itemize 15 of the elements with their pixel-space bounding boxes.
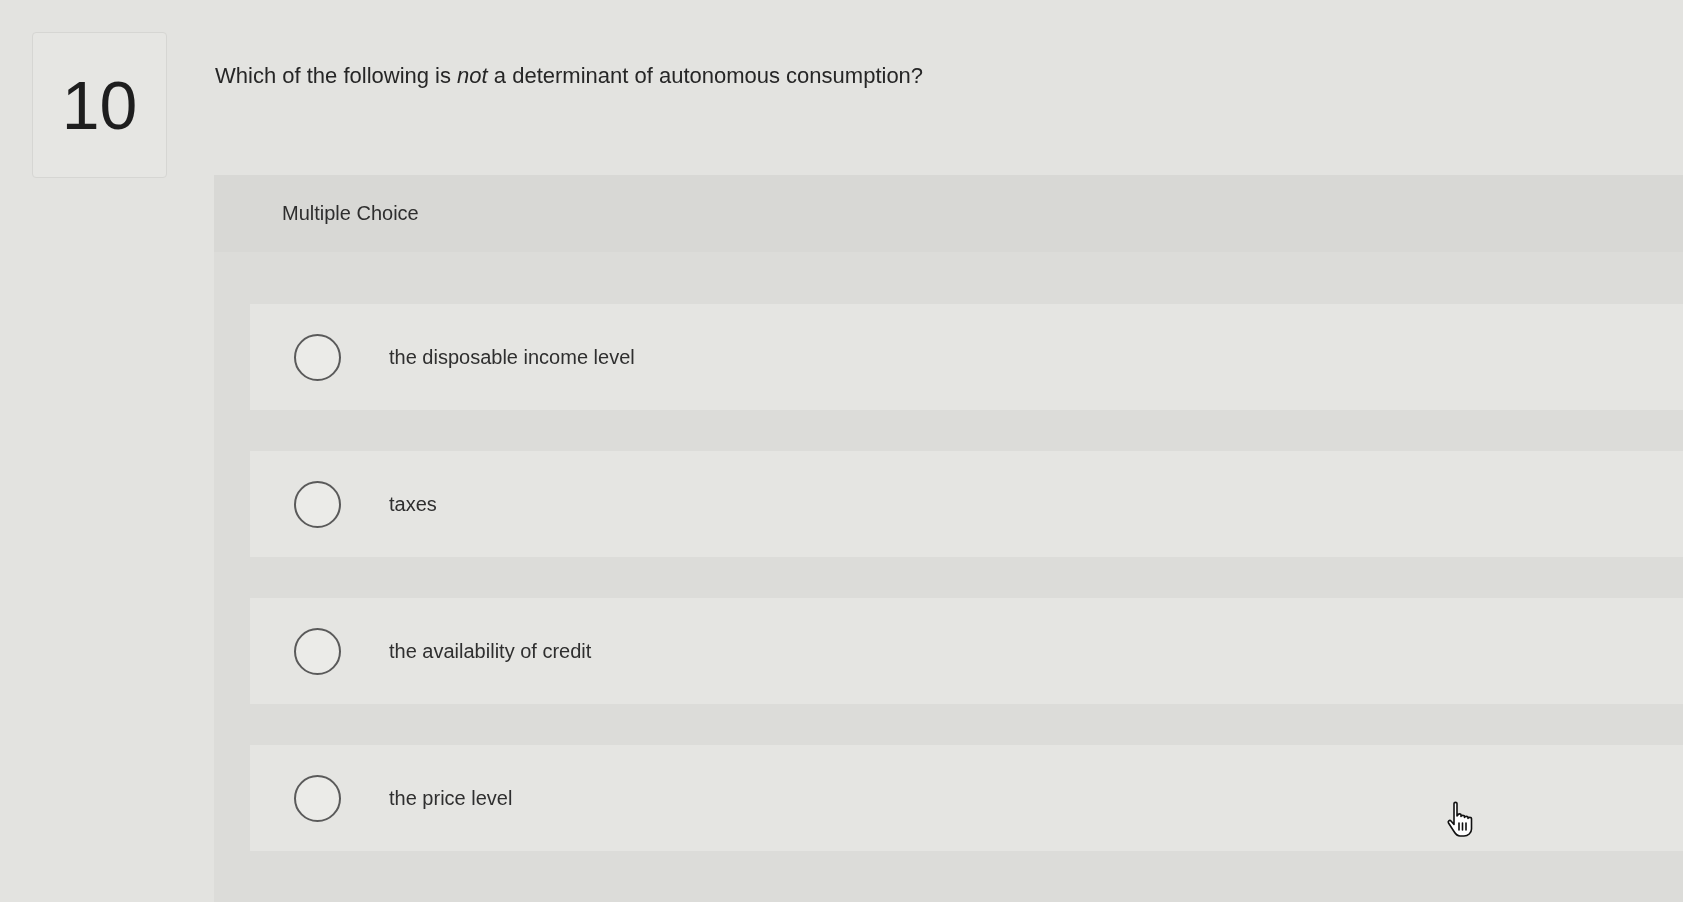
question-type-heading: Multiple Choice [282,202,419,225]
radio-button[interactable] [294,627,341,675]
radio-button[interactable] [294,333,341,381]
answer-option[interactable]: the price level [250,745,1683,851]
option-label: the price level [389,786,513,810]
radio-button[interactable] [294,480,341,528]
answer-option[interactable]: the availability of credit [250,598,1683,704]
answer-option[interactable]: taxes [250,451,1683,557]
question-text: Which of the following is not a determinant of autonomous consumption? [215,62,925,90]
radio-button[interactable] [294,774,341,822]
option-label: the disposable income level [389,345,635,369]
option-label: the availability of credit [389,639,592,663]
question-number: 10 [32,32,167,178]
option-label: taxes [389,492,437,516]
answer-option[interactable]: the disposable income level [250,304,1683,410]
